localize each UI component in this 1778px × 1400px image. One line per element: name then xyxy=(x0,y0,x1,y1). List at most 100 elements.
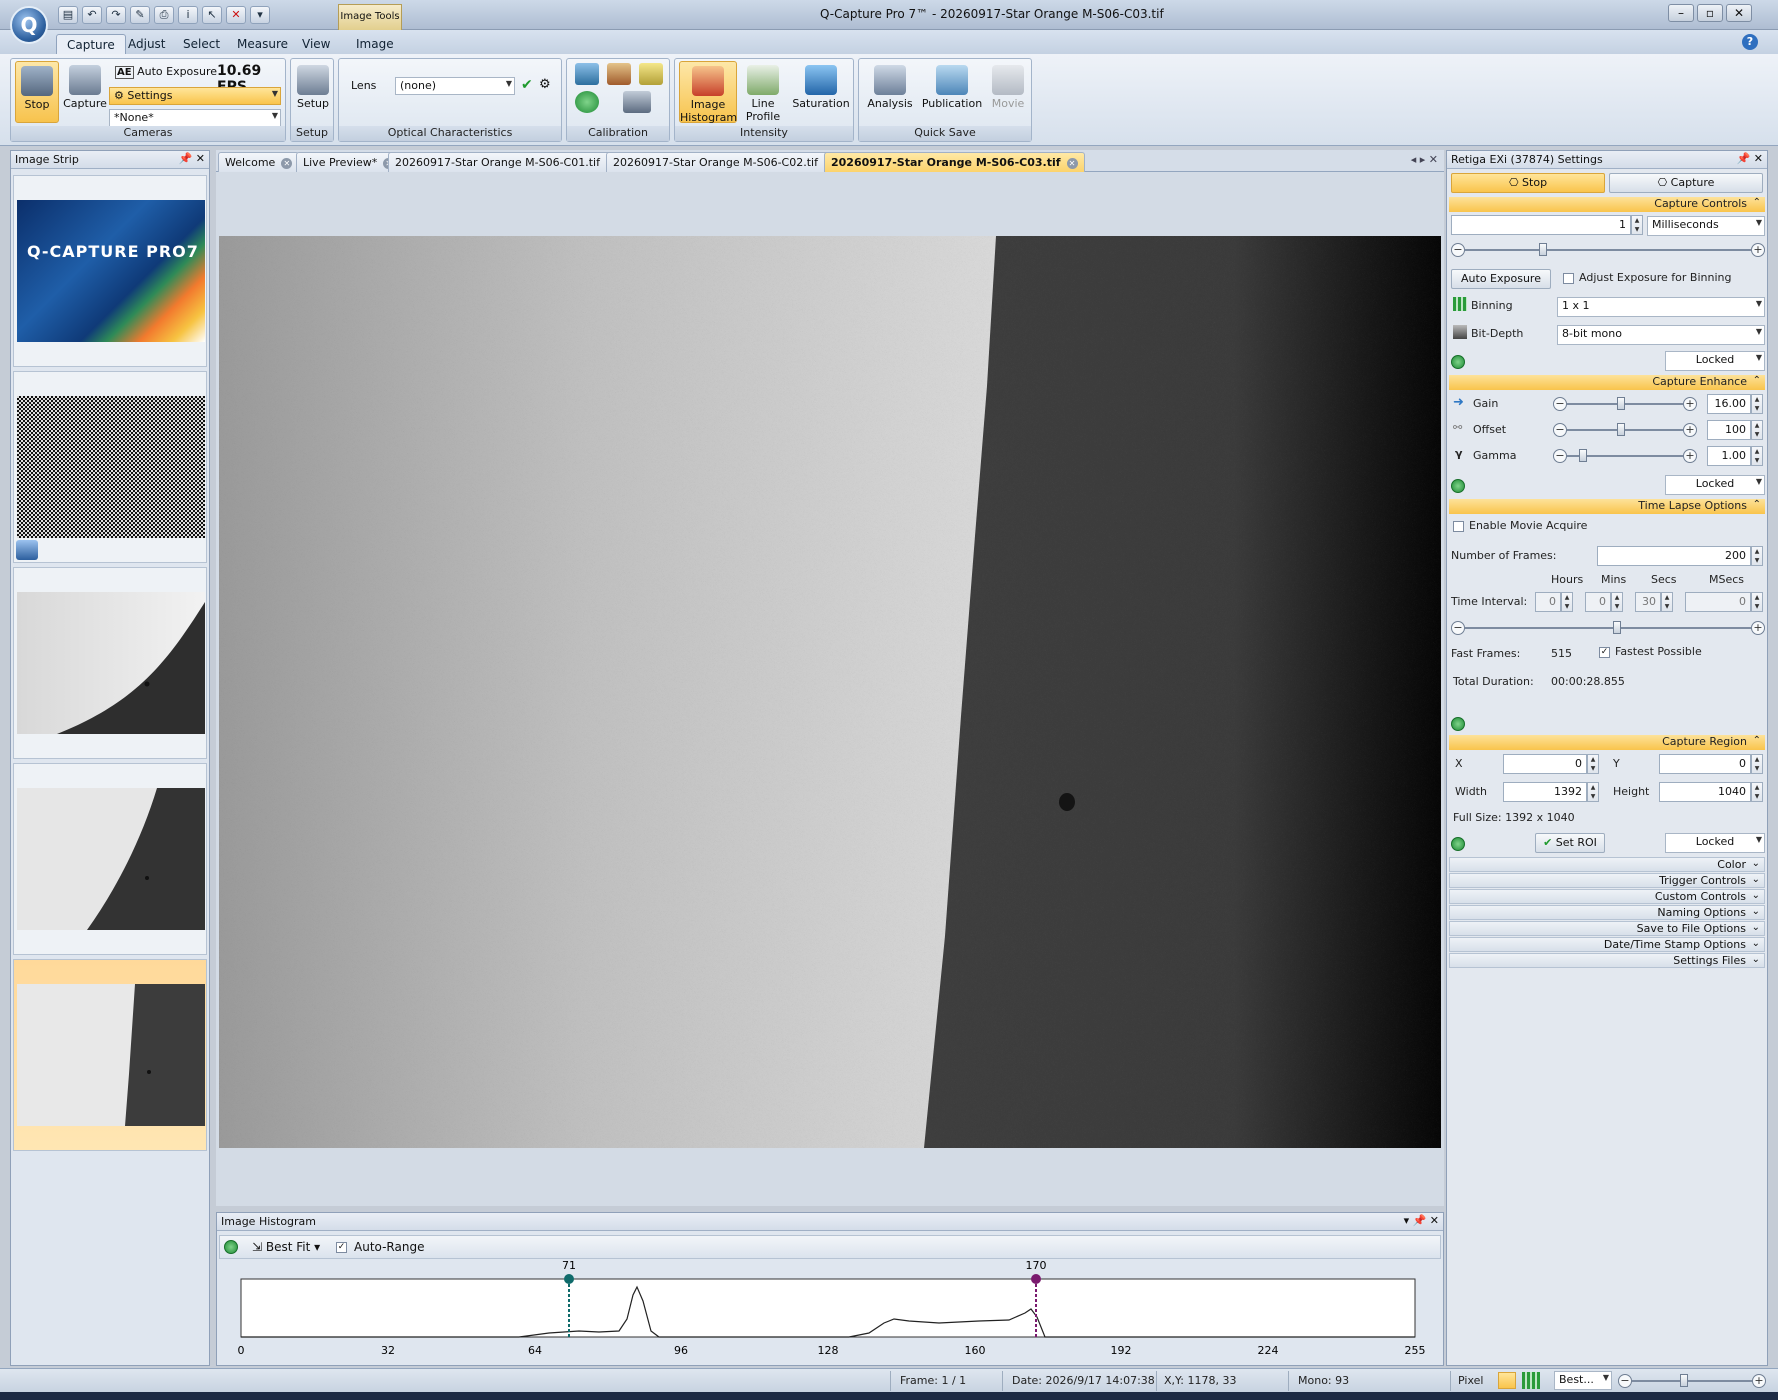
panel-stop-button[interactable]: ⎔ Stop xyxy=(1451,173,1605,193)
publication-button[interactable]: Publication xyxy=(921,61,983,123)
lens-settings-icon[interactable]: ⚙ xyxy=(539,77,551,92)
auto-exposure-button[interactable]: AE Auto Exposure xyxy=(115,65,217,79)
auto-range-checkbox[interactable]: ✓ xyxy=(336,1242,347,1253)
settings-dropdown[interactable]: ⚙ Settings ▼ xyxy=(109,87,281,105)
hours-spinner[interactable]: ▲ ▼ xyxy=(1561,592,1573,612)
doc-tab-c01[interactable]: 20260917-Star Orange M-S06-C01.tif✕ xyxy=(388,152,624,172)
refresh-calibration-icon[interactable] xyxy=(575,91,599,113)
help-icon[interactable]: ? xyxy=(1742,34,1758,50)
height-spinner[interactable]: ▲ ▼ xyxy=(1751,782,1763,802)
section-capture-enhance[interactable]: Capture Enhance ⌃ xyxy=(1449,375,1765,390)
pin-close-icon[interactable]: 📌 ✕ xyxy=(179,152,205,165)
enable-movie-checkbox[interactable] xyxy=(1453,521,1464,532)
doc-tab-live-preview[interactable]: Live Preview*✕ xyxy=(296,152,402,172)
exposure-spinner[interactable]: ▲ ▼ xyxy=(1631,215,1643,235)
x-input[interactable]: 0 xyxy=(1503,754,1587,774)
print-icon[interactable]: ⎙ xyxy=(154,6,174,24)
tab-view[interactable]: View xyxy=(292,34,340,54)
stop-button[interactable]: Stop xyxy=(15,61,59,123)
spatial-calibration-icon[interactable] xyxy=(607,63,631,85)
close-button[interactable]: ✕ xyxy=(1726,4,1752,22)
minimize-button[interactable]: – xyxy=(1668,4,1694,22)
ruler-icon[interactable] xyxy=(639,63,663,85)
line-profile-button[interactable]: Line Profile xyxy=(741,61,785,123)
width-input[interactable]: 1392 xyxy=(1503,782,1587,802)
region-locked-dropdown[interactable]: Locked ▼ xyxy=(1665,833,1765,853)
refresh-timelapse-icon[interactable] xyxy=(1451,717,1465,731)
refresh-region-icon[interactable] xyxy=(1451,837,1465,851)
section-custom-controls[interactable]: Custom Controls ⌄ xyxy=(1449,889,1765,904)
thumbnail-c02[interactable] xyxy=(13,763,207,955)
y-spinner[interactable]: ▲ ▼ xyxy=(1751,754,1763,774)
section-datetime-stamp[interactable]: Date/Time Stamp Options ⌄ xyxy=(1449,937,1765,952)
gain-slider[interactable]: − + xyxy=(1553,397,1697,411)
exposure-input[interactable]: 1 xyxy=(1451,215,1631,235)
pin-close-icon[interactable]: 📌 ✕ xyxy=(1737,152,1763,165)
apply-check-icon[interactable]: ✔ xyxy=(521,77,533,93)
interval-slider[interactable]: − + xyxy=(1451,621,1765,635)
controls-locked-dropdown[interactable]: Locked ▼ xyxy=(1665,351,1765,371)
doc-tab-welcome[interactable]: Welcome ✕ xyxy=(218,152,300,172)
doc-tab-c03-active[interactable]: 20260917-Star Orange M-S06-C03.tif ✕ xyxy=(824,152,1085,172)
image-histogram-button[interactable]: Image Histogram xyxy=(679,61,737,124)
auto-exposure-button-panel[interactable]: Auto Exposure xyxy=(1451,269,1551,289)
gamma-slider[interactable]: − + xyxy=(1553,449,1697,463)
calibrate-icon[interactable] xyxy=(575,63,599,85)
offset-input[interactable]: 100 xyxy=(1707,420,1751,440)
refresh-icon[interactable] xyxy=(224,1240,238,1254)
offset-slider[interactable]: − + xyxy=(1553,423,1697,437)
bit-depth-dropdown[interactable]: 8-bit mono ▼ xyxy=(1557,325,1765,345)
tab-image[interactable]: Image xyxy=(346,34,404,54)
tab-adjust[interactable]: Adjust xyxy=(118,34,176,54)
fastest-possible-checkbox[interactable]: ✓ xyxy=(1599,647,1610,658)
msecs-input[interactable]: 0 xyxy=(1685,592,1751,612)
offset-spinner[interactable]: ▲ ▼ xyxy=(1751,420,1763,440)
app-menu-orb[interactable]: Q xyxy=(10,6,48,44)
section-settings-files[interactable]: Settings Files ⌄ xyxy=(1449,953,1765,968)
camera-calibration-icon[interactable] xyxy=(623,91,651,113)
mins-input[interactable]: 0 xyxy=(1585,592,1611,612)
secs-input[interactable]: 30 xyxy=(1635,592,1661,612)
tab-measure[interactable]: Measure xyxy=(227,34,298,54)
thumbnail-live-preview[interactable] xyxy=(13,371,207,563)
mins-spinner[interactable]: ▲ ▼ xyxy=(1611,592,1623,612)
saturation-button[interactable]: Saturation xyxy=(791,61,851,123)
zoom-dropdown[interactable]: Best... ▼ xyxy=(1554,1371,1612,1390)
gain-input[interactable]: 16.00 xyxy=(1707,394,1751,414)
section-capture-region[interactable]: Capture Region ⌃ xyxy=(1449,735,1765,750)
exposure-slider[interactable]: − + xyxy=(1451,243,1765,257)
preset-dropdown[interactable]: *None* ▼ xyxy=(109,109,281,127)
redo-icon[interactable]: ↷ xyxy=(106,6,126,24)
dropdown-pin-close-icon[interactable]: ▾ 📌 ✕ xyxy=(1404,1214,1439,1227)
open-icon[interactable]: ✎ xyxy=(130,6,150,24)
frames-input[interactable]: 200 xyxy=(1597,546,1751,566)
thumbnail-c03-selected[interactable] xyxy=(13,959,207,1151)
thumbnail-welcome[interactable]: Q-CAPTURE PRO7 xyxy=(13,175,207,367)
section-color[interactable]: Color ⌄ xyxy=(1449,857,1765,872)
section-capture-controls[interactable]: Capture Controls ⌃ xyxy=(1449,197,1765,212)
zoom-slider[interactable]: − + xyxy=(1618,1374,1766,1388)
undo-icon[interactable]: ↶ xyxy=(82,6,102,24)
y-input[interactable]: 0 xyxy=(1659,754,1751,774)
tab-capture[interactable]: Capture xyxy=(56,34,126,54)
section-time-lapse[interactable]: Time Lapse Options ⌃ xyxy=(1449,499,1765,514)
hours-input[interactable]: 0 xyxy=(1535,592,1561,612)
width-spinner[interactable]: ▲ ▼ xyxy=(1587,782,1599,802)
height-input[interactable]: 1040 xyxy=(1659,782,1751,802)
gain-spinner[interactable]: ▲ ▼ xyxy=(1751,394,1763,414)
captured-image[interactable] xyxy=(219,236,1441,1148)
thumbnail-c01[interactable] xyxy=(13,567,207,759)
close-tab-icon[interactable]: ✕ xyxy=(1066,157,1078,169)
image-view-icon[interactable] xyxy=(1498,1372,1516,1389)
set-roi-button[interactable]: ✔ Set ROI xyxy=(1535,833,1605,853)
doc-tab-c02[interactable]: 20260917-Star Orange M-S06-C02.tif✕ xyxy=(606,152,842,172)
maximize-button[interactable]: ▫ xyxy=(1697,4,1723,22)
secs-spinner[interactable]: ▲ ▼ xyxy=(1661,592,1673,612)
panel-capture-button[interactable]: ⎔ Capture xyxy=(1609,173,1763,193)
save-icon[interactable]: ▤ xyxy=(58,6,78,24)
tab-select[interactable]: Select xyxy=(173,34,230,54)
setup-button[interactable]: Setup xyxy=(291,61,335,123)
exposure-unit-dropdown[interactable]: Milliseconds ▼ xyxy=(1647,216,1765,236)
best-fit-button[interactable]: ⇲ Best Fit ▾ xyxy=(252,1240,320,1254)
refresh-enhance-icon[interactable] xyxy=(1451,479,1465,493)
